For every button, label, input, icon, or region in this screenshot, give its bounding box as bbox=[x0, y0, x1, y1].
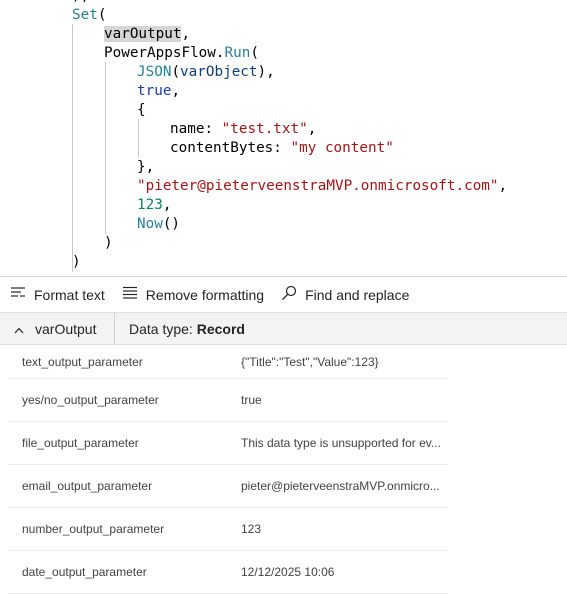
chevron-up-icon bbox=[14, 321, 35, 337]
output-variable-toggle[interactable]: varOutput bbox=[0, 313, 115, 344]
field-value: 123 bbox=[241, 522, 262, 536]
code-line: 123, bbox=[137, 197, 172, 213]
field-name: yes/no_output_parameter bbox=[22, 393, 159, 407]
find-replace-label: Find and replace bbox=[305, 286, 410, 303]
record-table: text_output_parameter {"Title":"Test","V… bbox=[8, 345, 448, 594]
code-line: Now() bbox=[137, 216, 181, 232]
remove-formatting-button[interactable]: Remove formatting bbox=[118, 281, 268, 309]
indent-guide bbox=[105, 62, 106, 234]
search-icon bbox=[281, 285, 305, 304]
code-line: "pieter@pieterveenstraMVP.onmicrosoft.co… bbox=[137, 178, 508, 194]
formula-editor[interactable]: ), Set( varOutput, PowerAppsFlow.Run( JS… bbox=[0, 0, 567, 276]
code-line: Set( bbox=[72, 7, 107, 23]
output-variable-name: varOutput bbox=[35, 320, 97, 337]
selected-variable: varOutput bbox=[104, 26, 182, 42]
code-line: name: "test.txt", bbox=[170, 121, 317, 137]
field-value: This data type is unsupported for ev... bbox=[241, 436, 441, 450]
field-value: true bbox=[241, 393, 262, 407]
field-value: 12/12/2025 10:06 bbox=[241, 565, 335, 579]
table-row: yes/no_output_parameter true bbox=[8, 379, 448, 422]
field-name: email_output_parameter bbox=[22, 479, 153, 493]
code-line: }, bbox=[137, 159, 155, 175]
field-name: text_output_parameter bbox=[22, 354, 143, 369]
code-line: JSON(varObject), bbox=[137, 64, 275, 80]
indent-guide bbox=[72, 24, 73, 272]
data-type-value: Record bbox=[196, 320, 245, 337]
code-line: ) bbox=[72, 254, 81, 270]
formula-toolbar: Format text Remove formatting Find and r… bbox=[0, 276, 567, 312]
field-name: date_output_parameter bbox=[22, 565, 147, 579]
find-replace-button[interactable]: Find and replace bbox=[277, 281, 413, 309]
format-text-button[interactable]: Format text bbox=[6, 281, 109, 309]
data-type-label: Data type: bbox=[129, 320, 193, 337]
remove-formatting-icon bbox=[122, 286, 146, 303]
field-value: {"Title":"Test","Value":123} bbox=[241, 354, 379, 369]
format-text-label: Format text bbox=[34, 286, 105, 303]
table-row: number_output_parameter 123 bbox=[8, 508, 448, 551]
output-header: varOutput Data type: Record bbox=[0, 312, 567, 345]
code-line: PowerAppsFlow.Run( bbox=[104, 45, 259, 61]
code-line: { bbox=[137, 102, 146, 118]
code-line: varOutput, bbox=[104, 26, 191, 42]
code-line: ) bbox=[104, 235, 113, 251]
data-type-indicator: Data type: Record bbox=[115, 321, 245, 337]
table-row: email_output_parameter pieter@pieterveen… bbox=[8, 465, 448, 508]
table-row: file_output_parameter This data type is … bbox=[8, 422, 448, 465]
table-row: date_output_parameter 12/12/2025 10:06 bbox=[8, 551, 448, 594]
code-line: true, bbox=[137, 83, 181, 99]
indent-guide bbox=[138, 119, 139, 157]
field-name: file_output_parameter bbox=[22, 436, 139, 450]
table-row: text_output_parameter {"Title":"Test","V… bbox=[8, 345, 448, 379]
code-line: contentBytes: "my content" bbox=[170, 140, 394, 156]
field-name: number_output_parameter bbox=[22, 522, 165, 536]
field-value: pieter@pieterveenstraMVP.onmicro... bbox=[241, 479, 440, 493]
remove-formatting-label: Remove formatting bbox=[145, 286, 265, 303]
format-text-icon bbox=[10, 286, 34, 303]
